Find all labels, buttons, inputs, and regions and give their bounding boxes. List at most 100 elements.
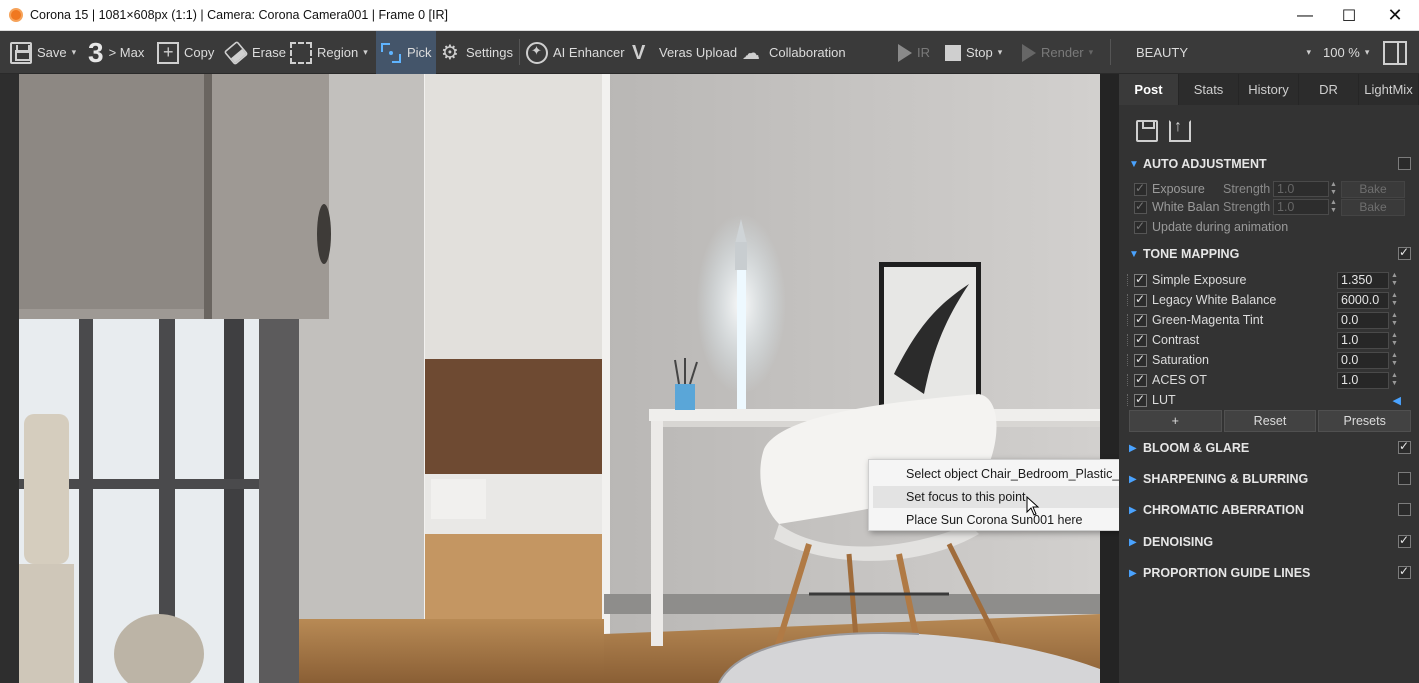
- denoising-checkbox[interactable]: [1398, 533, 1411, 548]
- bloom-glare-checkbox[interactable]: [1398, 439, 1411, 454]
- copy-button[interactable]: Copy: [157, 31, 214, 74]
- menu-item-set-focus[interactable]: Set focus to this point: [873, 486, 1157, 508]
- saturation-input[interactable]: 0.0: [1337, 351, 1389, 369]
- pick-label: Pick: [407, 45, 432, 60]
- tab-stats[interactable]: Stats: [1179, 74, 1239, 105]
- add-operator-button[interactable]: +: [1129, 410, 1222, 432]
- green-magenta-tint-label: Green-Magenta Tint: [1152, 313, 1264, 327]
- close-button[interactable]: ✕: [1372, 0, 1418, 31]
- spinner-icon[interactable]: ▲ ▼: [1391, 272, 1400, 289]
- section-tone-mapping[interactable]: ▼ TONE MAPPING: [1129, 244, 1411, 264]
- settings-button[interactable]: ⚙ Settings: [439, 31, 513, 74]
- simple-exposure-label: Simple Exposure: [1152, 273, 1247, 287]
- auto-white-balance-strength-label: Strength: [1223, 200, 1271, 214]
- spinner-icon[interactable]: ▲ ▼: [1330, 199, 1339, 216]
- ai-enhancer-button[interactable]: AI Enhancer: [526, 31, 625, 74]
- tone-row-aces-ot: ACES OT 1.0 ▲▼: [1127, 370, 1413, 390]
- tone-mapping-checkbox[interactable]: [1398, 245, 1411, 260]
- toggle-panel-button[interactable]: [1383, 31, 1407, 74]
- section-auto-adjustment[interactable]: ▼ AUTO ADJUSTMENT: [1129, 154, 1411, 174]
- drag-handle-icon[interactable]: [1127, 354, 1131, 366]
- spinner-icon[interactable]: ▲ ▼: [1391, 312, 1400, 329]
- chromatic-aberration-checkbox[interactable]: [1398, 503, 1411, 516]
- copy-label: Copy: [184, 45, 215, 60]
- drag-handle-icon[interactable]: [1127, 274, 1131, 286]
- drag-handle-icon[interactable]: [1127, 374, 1131, 386]
- drag-handle-icon[interactable]: [1127, 334, 1131, 346]
- load-settings-icon[interactable]: [1169, 118, 1191, 142]
- spinner-icon[interactable]: ▲ ▼: [1391, 332, 1400, 349]
- rendered-image[interactable]: [19, 74, 1100, 683]
- drag-handle-icon[interactable]: [1127, 314, 1131, 326]
- update-during-animation-checkbox[interactable]: [1134, 219, 1147, 234]
- green-magenta-tint-input[interactable]: 0.0: [1337, 311, 1389, 329]
- aces-ot-input[interactable]: 1.0: [1337, 371, 1389, 389]
- title-bar: Corona 15 | 1081×608px (1:1) | Camera: C…: [0, 0, 1419, 31]
- spinner-icon[interactable]: ▲ ▼: [1391, 372, 1400, 389]
- menu-item-place-sun[interactable]: Place Sun Corona Sun001 here: [873, 509, 1157, 531]
- auto-exposure-checkbox[interactable]: [1134, 181, 1147, 196]
- presets-button[interactable]: Presets: [1318, 410, 1412, 432]
- region-label: Region: [317, 45, 359, 60]
- tab-dr[interactable]: DR: [1299, 74, 1359, 105]
- tab-lightmix[interactable]: LightMix: [1359, 74, 1419, 105]
- tone-row-contrast: Contrast 1.0 ▲▼: [1127, 330, 1413, 350]
- collaboration-button[interactable]: ☁ Collaboration: [742, 31, 846, 74]
- reset-button[interactable]: Reset: [1223, 410, 1317, 432]
- saturation-checkbox[interactable]: [1134, 352, 1147, 367]
- drag-handle-icon[interactable]: [1127, 294, 1131, 306]
- sharpening-blurring-checkbox[interactable]: [1398, 472, 1411, 485]
- auto-exposure-bake-button[interactable]: Bake: [1341, 180, 1405, 198]
- aces-ot-checkbox[interactable]: [1134, 372, 1147, 387]
- section-proportion-guide-lines[interactable]: ▶ PROPORTION GUIDE LINES: [1129, 563, 1411, 583]
- spinner-icon[interactable]: ▲ ▼: [1391, 292, 1400, 309]
- auto-white-balance-strength-input[interactable]: 1.0: [1273, 199, 1329, 215]
- zoom-select[interactable]: 100 % ▾: [1323, 31, 1369, 74]
- auto-white-balance-bake-button[interactable]: Bake: [1341, 198, 1405, 216]
- tone-mapping-buttons: + Reset Presets: [1129, 410, 1412, 432]
- save-button[interactable]: Save ▾: [10, 31, 76, 74]
- tab-post[interactable]: Post: [1119, 74, 1179, 105]
- auto-exposure-strength-input[interactable]: 1.0: [1273, 181, 1329, 197]
- settings-label: Settings: [466, 45, 513, 60]
- contrast-input[interactable]: 1.0: [1337, 331, 1389, 349]
- send-to-max-button[interactable]: 3 > Max: [88, 31, 144, 74]
- pick-button[interactable]: Pick: [376, 31, 436, 74]
- legacy-white-balance-checkbox[interactable]: [1134, 292, 1147, 307]
- tone-row-saturation: Saturation 0.0 ▲▼: [1127, 350, 1413, 370]
- channel-select[interactable]: BEAUTY ▾: [1136, 31, 1311, 74]
- auto-white-balance-checkbox[interactable]: [1134, 199, 1147, 214]
- save-settings-icon[interactable]: [1136, 120, 1158, 142]
- region-icon: [290, 41, 312, 64]
- drag-handle-icon[interactable]: [1127, 394, 1131, 406]
- legacy-white-balance-input[interactable]: 6000.0: [1337, 291, 1389, 309]
- menu-item-select-object[interactable]: Select object Chair_Bedroom_Plastic_01: [873, 463, 1157, 485]
- spinner-icon[interactable]: ▲ ▼: [1391, 352, 1400, 369]
- max-label: > Max: [108, 45, 145, 60]
- stop-button[interactable]: Stop ▾: [945, 31, 1002, 74]
- veras-upload-button[interactable]: V Veras Upload: [632, 31, 737, 74]
- section-denoising[interactable]: ▶ DENOISING: [1129, 532, 1411, 552]
- render-button[interactable]: Render ▾: [1022, 31, 1093, 74]
- proportion-guide-lines-checkbox[interactable]: [1398, 564, 1411, 579]
- lut-checkbox[interactable]: [1134, 392, 1147, 407]
- ir-button[interactable]: IR: [898, 31, 930, 74]
- expand-left-triangle-icon[interactable]: ◀: [1393, 394, 1401, 407]
- erase-button[interactable]: Erase: [223, 31, 286, 74]
- toolbar-divider: [519, 39, 520, 65]
- maximize-button[interactable]: ☐: [1326, 0, 1372, 31]
- tab-history[interactable]: History: [1239, 74, 1299, 105]
- simple-exposure-checkbox[interactable]: [1134, 272, 1147, 287]
- green-magenta-tint-checkbox[interactable]: [1134, 312, 1147, 327]
- section-chromatic-aberration[interactable]: ▶ CHROMATIC ABERRATION: [1129, 500, 1411, 520]
- simple-exposure-input[interactable]: 1.350: [1337, 271, 1389, 289]
- spinner-icon[interactable]: ▲ ▼: [1330, 181, 1339, 198]
- section-bloom-glare[interactable]: ▶ BLOOM & GLARE: [1129, 438, 1411, 458]
- minimize-button[interactable]: —: [1282, 0, 1328, 31]
- auto-adjustment-checkbox[interactable]: [1398, 157, 1411, 170]
- section-sharpening-blurring[interactable]: ▶ SHARPENING & BLURRING: [1129, 469, 1411, 489]
- auto-white-balance-label: White Balan: [1152, 200, 1220, 214]
- contrast-checkbox[interactable]: [1134, 332, 1147, 347]
- collapsed-triangle-icon: ▶: [1129, 442, 1137, 454]
- region-button[interactable]: Region ▾: [290, 31, 368, 74]
